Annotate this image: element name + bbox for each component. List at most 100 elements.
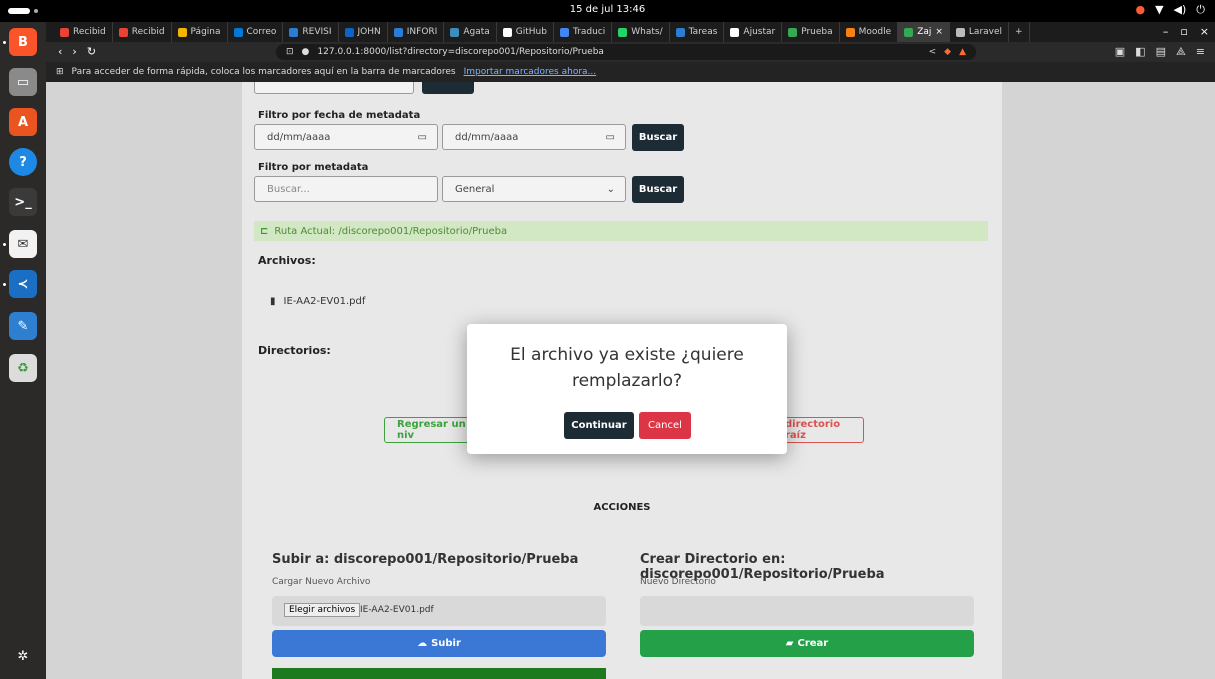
brave-rewards-icon[interactable]: ▲	[959, 47, 966, 57]
tab-label: Laravel	[968, 27, 1003, 37]
tab-label: Recibid	[131, 27, 165, 37]
volume-icon[interactable]: ◀)	[1174, 3, 1187, 17]
wifi-icon[interactable]: ▼	[1155, 3, 1163, 17]
page-viewport: Filtro por fecha de metadata dd/mm/aaaa …	[46, 82, 1215, 679]
window-controls: – ▫ ×	[1163, 25, 1209, 38]
trash-icon[interactable]: ♻	[9, 354, 37, 382]
tab-favicon-icon	[502, 27, 512, 37]
tab-9[interactable]: Traduci	[554, 22, 613, 42]
menu-icon[interactable]: ≡	[1196, 45, 1205, 59]
bookmarks-bar: ⊞ Para acceder de forma rápida, coloca l…	[46, 62, 1215, 82]
tab-label: Correo	[246, 27, 277, 37]
tab-label: INFORI	[406, 27, 438, 37]
tab-5[interactable]: JOHN	[339, 22, 388, 42]
files-icon[interactable]: ▭	[9, 68, 37, 96]
restore-icon[interactable]: ▫	[1180, 25, 1187, 38]
tab-label: Ajustar	[743, 27, 776, 37]
tab-favicon-icon	[60, 27, 69, 37]
power-icon[interactable]: ⏻	[1196, 3, 1205, 17]
tab-label: REVISI	[302, 27, 332, 37]
confirm-dialog: El archivo ya existe ¿quiere remplazarlo…	[467, 324, 787, 454]
new-tab-button[interactable]: +	[1009, 22, 1030, 42]
tab-favicon-icon	[344, 27, 354, 37]
tab-10[interactable]: Whats/	[612, 22, 670, 42]
share-icon[interactable]: <	[929, 47, 937, 57]
tab-label: Whats/	[631, 27, 663, 37]
tab-label: Traduci	[572, 27, 606, 37]
tab-label: Tareas	[688, 27, 718, 37]
tab-favicon-icon	[618, 27, 628, 37]
back-icon[interactable]: ‹	[58, 45, 62, 58]
tab-favicon-icon	[559, 27, 569, 37]
tab-label: GitHub	[515, 27, 547, 37]
forward-icon[interactable]: ›	[72, 45, 76, 58]
sidebar-icon[interactable]: ◧	[1135, 45, 1145, 59]
terminal-icon[interactable]: >_	[9, 188, 37, 216]
address-bar[interactable]: ⊡ ● 127.0.0.1:8000/list?directory=discor…	[276, 44, 976, 60]
tab-favicon-icon	[675, 27, 685, 37]
tab-favicon-icon	[450, 27, 460, 37]
navigation-bar: ‹ › ↻ ⊡ ● 127.0.0.1:8000/list?directory=…	[46, 42, 1215, 62]
tab-favicon-icon	[904, 27, 914, 37]
tab-favicon-icon	[730, 27, 740, 37]
tab-label: Agata	[463, 27, 490, 37]
tab-14[interactable]: Moodle	[840, 22, 899, 42]
apps-grid-icon[interactable]: ⊞	[56, 67, 64, 77]
brave-shield-icon[interactable]: ◆	[944, 47, 951, 57]
bookmarks-hint: Para acceder de forma rápida, coloca los…	[71, 67, 456, 77]
brave-browser-icon[interactable]: B	[9, 28, 37, 56]
system-clock[interactable]: 15 de jul 13:46	[0, 4, 1215, 15]
tab-label: Recibid	[73, 27, 106, 37]
app-center-icon[interactable]: A	[9, 108, 37, 136]
url-text[interactable]: 127.0.0.1:8000/list?directory=discorepo0…	[317, 47, 604, 57]
tab-12[interactable]: Ajustar	[724, 22, 783, 42]
tab-7[interactable]: Agata	[444, 22, 497, 42]
tab-label: Página	[190, 27, 221, 37]
close-tab-icon[interactable]: ×	[935, 27, 943, 37]
import-bookmarks-link[interactable]: Importar marcadores ahora...	[464, 67, 597, 77]
tab-15[interactable]: Zaj ×	[898, 22, 950, 42]
show-apps-icon[interactable]: ✲	[9, 642, 37, 670]
tab-favicon-icon	[955, 27, 965, 37]
tab-label: Moodle	[858, 27, 892, 37]
system-tray[interactable]: ● ▼ ◀) ⏻	[1135, 3, 1205, 17]
tab-4[interactable]: REVISI	[283, 22, 339, 42]
bookmark-icon[interactable]: ⊡	[286, 47, 294, 57]
tab-8[interactable]: GitHub	[497, 22, 554, 42]
tab-1[interactable]: Recibid	[113, 22, 172, 42]
tab-3[interactable]: Correo	[228, 22, 284, 42]
help-icon[interactable]: ?	[9, 148, 37, 176]
reload-icon[interactable]: ↻	[87, 45, 96, 58]
continue-button[interactable]: Continuar	[564, 412, 634, 439]
dialog-message: El archivo ya existe ¿quiere remplazarlo…	[510, 345, 744, 391]
tab-0[interactable]: Recibid	[54, 22, 113, 42]
minimize-icon[interactable]: –	[1163, 25, 1169, 38]
vscode-icon[interactable]: ≺	[9, 270, 37, 298]
system-top-bar: 15 de jul 13:46 ● ▼ ◀) ⏻	[0, 0, 1215, 22]
tab-16[interactable]: Laravel	[950, 22, 1010, 42]
wallet-icon[interactable]: ▤	[1156, 45, 1166, 59]
tab-favicon-icon	[289, 27, 299, 37]
dock: B ▭ A ? >_ ✉ ≺ ✎ ♻ ✲	[0, 22, 46, 679]
tab-11[interactable]: Tareas	[670, 22, 725, 42]
tab-favicon-icon	[233, 27, 243, 37]
reader-mode-icon[interactable]: ▣	[1115, 45, 1125, 59]
cancel-button[interactable]: Cancel	[639, 412, 691, 439]
tab-favicon-icon	[845, 27, 855, 37]
tab-favicon-icon	[788, 27, 798, 37]
site-info-icon[interactable]: ●	[302, 47, 310, 57]
chrome-icon[interactable]: ●	[1135, 3, 1145, 17]
tab-favicon-icon	[177, 27, 187, 37]
extensions-icon[interactable]: ⟁	[1176, 45, 1186, 59]
tab-favicon-icon	[118, 27, 128, 37]
tab-label: Prueba	[801, 27, 833, 37]
text-editor-icon[interactable]: ✎	[9, 312, 37, 340]
tab-label: Zaj	[917, 27, 932, 37]
postman-icon[interactable]: ✉	[9, 230, 37, 258]
modal-backdrop: El archivo ya existe ¿quiere remplazarlo…	[46, 82, 1215, 679]
tab-strip: Recibid Recibid Página Correo REVISI JOHN INFO…	[46, 22, 1215, 42]
close-window-icon[interactable]: ×	[1200, 25, 1209, 38]
tab-13[interactable]: Prueba	[782, 22, 840, 42]
tab-6[interactable]: INFORI	[388, 22, 445, 42]
tab-2[interactable]: Página	[172, 22, 228, 42]
